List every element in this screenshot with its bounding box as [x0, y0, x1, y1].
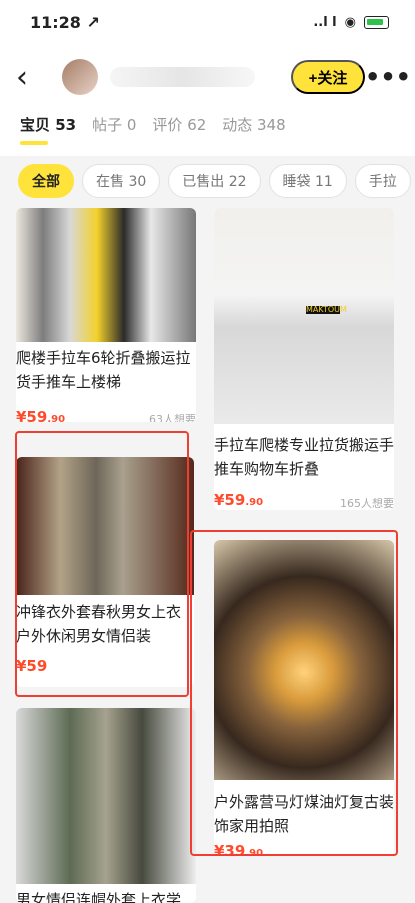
product-price: ¥59.90: [16, 408, 66, 422]
product-title: 爬楼手拉车6轮折叠搬运拉货手推车上楼梯: [16, 349, 191, 391]
profile-tabs: 宝贝 53 帖子 0 评价 62 动态 348: [0, 110, 415, 156]
signal-icon: ..l l: [313, 14, 337, 30]
product-card-2[interactable]: MAKTOUM 手拉车爬楼专业拉货搬运手推车购物车折叠 ¥59.90 165人想…: [214, 208, 394, 510]
product-image: [16, 208, 196, 342]
avatar[interactable]: [62, 59, 98, 95]
tab-activity[interactable]: 动态 348: [222, 114, 285, 135]
product-title: 手拉车爬楼专业拉货搬运手推车购物车折叠: [214, 436, 394, 478]
seller-header: ‹ +关注 •••: [0, 44, 415, 110]
filter-chips: 全部 在售 30 已售出 22 睡袋 11 手拉: [0, 156, 415, 210]
annotation-box-lamp: [190, 530, 398, 856]
want-count: 63人想要: [149, 413, 196, 422]
tab-posts[interactable]: 帖子 0: [92, 114, 136, 135]
image-label: MAKTOUM: [306, 305, 347, 314]
filter-on-sale[interactable]: 在售 30: [82, 164, 161, 198]
product-image: [214, 208, 394, 424]
tab-reviews[interactable]: 评价 62: [152, 114, 206, 135]
wifi-icon: ◉: [344, 14, 356, 30]
status-icons: ..l l ◉: [313, 15, 389, 30]
seller-name-blur: [110, 67, 255, 87]
back-icon[interactable]: ‹: [16, 60, 44, 95]
want-count: 165人想要: [340, 497, 394, 510]
product-title: 男女情侣连帽外套上衣学: [16, 891, 182, 903]
annotation-box-jacket: [15, 431, 189, 697]
tab-items[interactable]: 宝贝 53: [20, 114, 76, 145]
filter-hand-cart[interactable]: 手拉: [354, 164, 411, 198]
product-price: ¥59.90: [214, 491, 264, 509]
follow-button[interactable]: +关注: [291, 60, 365, 94]
status-time: 11:28 ↗: [30, 12, 100, 32]
filter-sleeping-bag[interactable]: 睡袋 11: [268, 164, 347, 198]
product-image: [16, 708, 196, 884]
filter-all[interactable]: 全部: [18, 164, 74, 198]
status-bar: 11:28 ↗ ..l l ◉: [0, 0, 415, 44]
battery-icon: [364, 15, 389, 29]
product-card-5[interactable]: 男女情侣连帽外套上衣学: [16, 708, 196, 903]
filter-sold[interactable]: 已售出 22: [168, 164, 261, 198]
product-card-1[interactable]: 爬楼手拉车6轮折叠搬运拉货手推车上楼梯 ¥59.90 63人想要: [16, 208, 196, 422]
more-icon[interactable]: •••: [365, 63, 411, 91]
